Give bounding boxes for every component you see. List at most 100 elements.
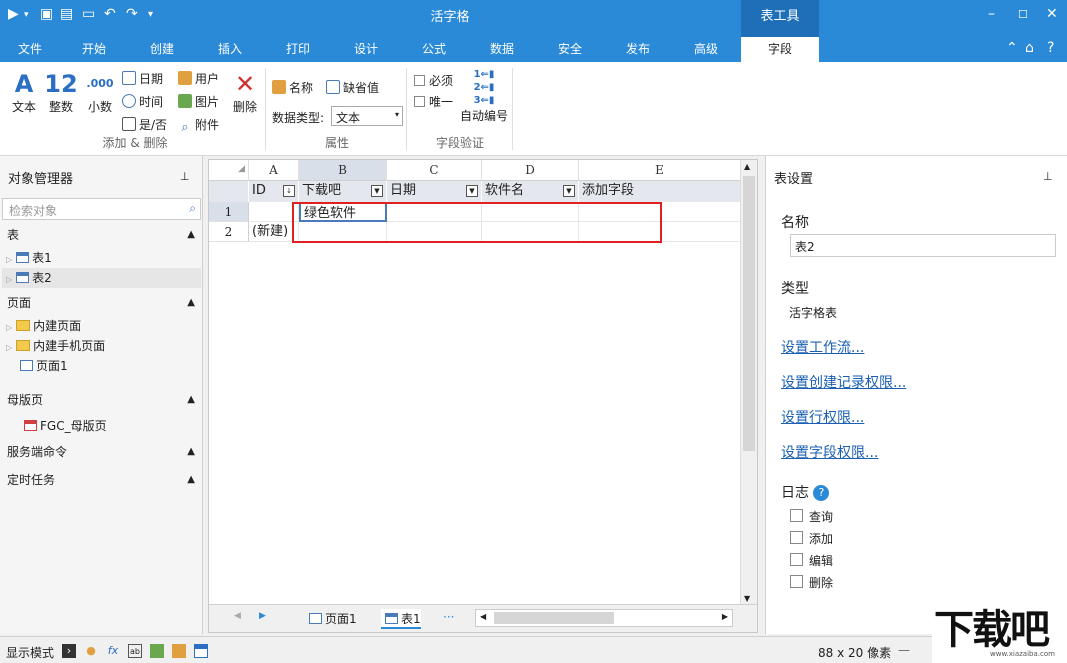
table-settings-panel: 表设置 ⊥ 名称 表2 类型 活字格表 设置工作流... 设置创建记录权限...…	[765, 156, 1067, 634]
sheet-tab-page1[interactable]: 页面1	[305, 609, 357, 629]
tab-security[interactable]: 安全	[548, 37, 592, 62]
default-value-button[interactable]: 缺省值	[326, 79, 379, 96]
data-type-select[interactable]: 文本 ▾	[331, 106, 403, 126]
help-icon[interactable]: ?	[813, 485, 830, 501]
required-checkbox[interactable]: 必须	[414, 72, 453, 89]
dropdown-icon[interactable]: ▼	[563, 185, 575, 197]
prev-sheet-icon[interactable]: ◀	[234, 611, 241, 621]
scroll-thumb[interactable]	[494, 612, 614, 624]
group-add-delete: 添加 & 删除	[102, 136, 168, 150]
table-name-input[interactable]: 表2	[790, 234, 1056, 257]
time-label: 时间	[139, 95, 164, 109]
scroll-thumb[interactable]	[743, 176, 755, 451]
section-server-commands[interactable]: 服务端命令 ▲	[2, 441, 201, 463]
column-header[interactable]: E	[579, 160, 741, 181]
tab-field[interactable]: 字段	[741, 37, 819, 62]
field-header-software[interactable]: 软件名 ▼	[482, 181, 579, 202]
select-all-corner[interactable]: ◢	[209, 160, 249, 181]
row-header[interactable]: 1	[209, 202, 249, 222]
section-master-pages[interactable]: 母版页 ▲	[2, 389, 201, 411]
column-header[interactable]: A	[249, 160, 299, 181]
tab-file[interactable]: 文件	[8, 37, 52, 62]
field-permission-link[interactable]: 设置字段权限...	[781, 442, 878, 462]
add-decimal-field-button[interactable]: .000 小数	[84, 70, 116, 115]
tree-item-table1[interactable]: ▷ 表1	[6, 248, 52, 268]
section-tables[interactable]: 表 ▲	[2, 224, 201, 246]
row-header[interactable]: 2	[209, 222, 249, 242]
collapse-ribbon-icon[interactable]: ⌃	[1006, 40, 1018, 56]
tab-formula[interactable]: 公式	[412, 37, 456, 62]
minimize-icon[interactable]: –	[988, 6, 995, 22]
section-pages[interactable]: 页面 ▲	[2, 292, 201, 314]
field-header-download[interactable]: 下载吧 ▼	[299, 181, 387, 202]
sort-dropdown-icon[interactable]: ↓	[283, 185, 295, 197]
log-edit-checkbox[interactable]: 编辑	[790, 552, 833, 569]
field-header-date[interactable]: 日期 ▼	[387, 181, 482, 202]
table-icon[interactable]	[194, 644, 208, 658]
user-icon[interactable]	[172, 644, 186, 658]
tree-item-table2[interactable]: ▷ 表2	[2, 268, 201, 288]
pin-icon[interactable]: ⊥	[1043, 170, 1053, 183]
scroll-right-icon[interactable]: ▶	[722, 612, 728, 621]
row-permission-link[interactable]: 设置行权限...	[781, 407, 864, 427]
log-delete-checkbox[interactable]: 删除	[790, 574, 833, 591]
column-header[interactable]: C	[387, 160, 482, 181]
tab-print[interactable]: 打印	[276, 37, 320, 62]
workflow-link[interactable]: 设置工作流...	[781, 337, 864, 357]
home-icon[interactable]: ⌂	[1025, 40, 1034, 56]
pin-icon[interactable]: ⊥	[180, 170, 190, 183]
horizontal-scrollbar[interactable]: ◀ ▶	[475, 609, 733, 627]
vertical-scrollbar[interactable]: ▲ ▼	[740, 160, 757, 605]
field-header-id[interactable]: ID ↓	[249, 181, 299, 202]
tree-item-master[interactable]: FGC_母版页	[24, 416, 107, 436]
tab-advanced[interactable]: 高级	[684, 37, 728, 62]
section-timed-tasks[interactable]: 定时任务 ▲	[2, 469, 201, 491]
lightbulb-icon[interactable]: ●	[84, 644, 98, 658]
add-text-field-button[interactable]: A 文本	[8, 70, 40, 115]
scroll-up-icon[interactable]: ▲	[744, 162, 750, 171]
dropdown-icon[interactable]: ▼	[371, 185, 383, 197]
autonumber-button[interactable]: 1⇐▮ 2⇐▮ 3⇐▮ 自动编号	[458, 68, 510, 124]
section-label: 定时任务	[7, 473, 56, 487]
column-header[interactable]: D	[482, 160, 579, 181]
help-icon[interactable]: ?	[1047, 40, 1054, 56]
scroll-left-icon[interactable]: ◀	[480, 612, 486, 621]
unique-checkbox[interactable]: 唯一	[414, 93, 453, 110]
tab-data[interactable]: 数据	[480, 37, 524, 62]
add-image-field-button[interactable]: 图片	[178, 93, 219, 110]
console-icon[interactable]: ›	[62, 644, 76, 658]
formula-icon[interactable]: fx	[106, 644, 120, 658]
delete-field-button[interactable]: ✕ 删除	[230, 70, 260, 115]
tab-home[interactable]: 开始	[72, 37, 116, 62]
tab-insert[interactable]: 插入	[208, 37, 252, 62]
add-integer-field-button[interactable]: 12 整数	[44, 70, 78, 115]
log-add-checkbox[interactable]: 添加	[790, 530, 833, 547]
dropdown-icon[interactable]: ▼	[466, 185, 478, 197]
textbox-icon[interactable]: ab	[128, 644, 142, 658]
field-header-add[interactable]: 添加字段	[579, 181, 741, 202]
tree-item-page1[interactable]: 页面1	[20, 356, 68, 376]
scroll-down-icon[interactable]: ▼	[744, 594, 750, 603]
zoom-out-icon[interactable]: —	[898, 643, 910, 657]
column-header[interactable]: B	[299, 160, 387, 181]
add-yesno-field-button[interactable]: 是/否	[122, 116, 167, 133]
add-user-field-button[interactable]: 用户	[178, 70, 219, 87]
tab-design[interactable]: 设计	[344, 37, 388, 62]
tab-create[interactable]: 创建	[140, 37, 184, 62]
add-attachment-field-button[interactable]: ⌕ 附件	[178, 116, 219, 135]
tree-item-mobile-pages[interactable]: ▷ 内建手机页面	[6, 336, 105, 356]
field-name-button[interactable]: 名称	[272, 79, 313, 96]
more-sheets-button[interactable]: ···	[443, 610, 454, 624]
sheet-tab-table1[interactable]: 表1	[381, 609, 421, 629]
tab-publish[interactable]: 发布	[616, 37, 660, 62]
log-query-checkbox[interactable]: 查询	[790, 508, 833, 525]
create-permission-link[interactable]: 设置创建记录权限...	[781, 372, 906, 392]
add-time-field-button[interactable]: 时间	[122, 93, 163, 110]
close-icon[interactable]: ✕	[1046, 6, 1058, 22]
maximize-icon[interactable]: ☐	[1018, 8, 1028, 21]
next-sheet-icon[interactable]: ▶	[259, 611, 266, 621]
add-date-field-button[interactable]: 日期	[122, 70, 163, 87]
tree-item-builtin-pages[interactable]: ▷ 内建页面	[6, 316, 81, 336]
search-input[interactable]: 检索对象 ⌕	[2, 198, 201, 220]
image-icon[interactable]	[150, 644, 164, 658]
